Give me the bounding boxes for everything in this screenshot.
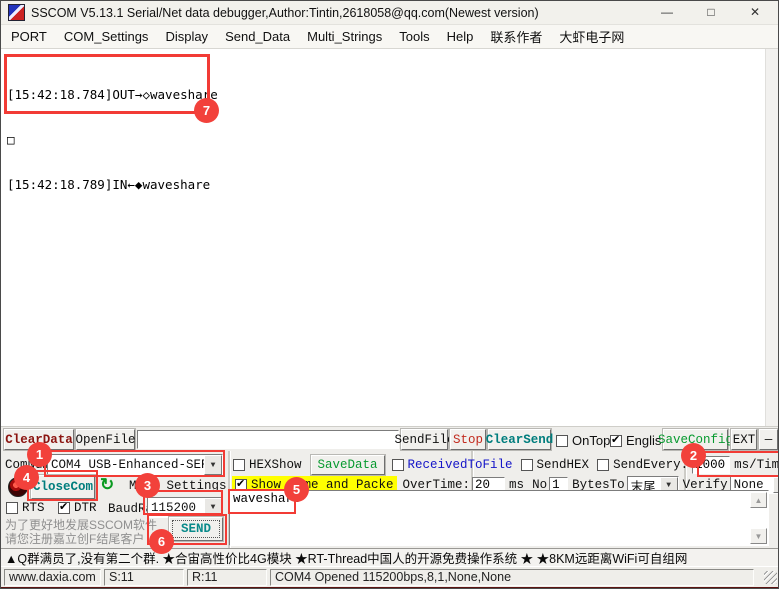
- menu-port[interactable]: PORT: [11, 29, 47, 44]
- terminal-line: □: [7, 132, 218, 147]
- send-hex-label: SendHEX: [537, 458, 590, 472]
- on-top-label: OnTop: [572, 433, 610, 448]
- close-com-button[interactable]: CloseCom: [31, 475, 95, 499]
- more-settings-link[interactable]: More Settings: [129, 479, 227, 493]
- save-config-button[interactable]: SaveConfig: [663, 429, 728, 450]
- open-file-button[interactable]: OpenFile: [76, 429, 135, 450]
- menu-tools[interactable]: Tools: [399, 29, 429, 44]
- title-bar: SSCOM V5.13.1 Serial/Net data debugger,A…: [1, 1, 779, 25]
- stop-button[interactable]: Stop: [450, 429, 486, 450]
- send-interval-input[interactable]: [692, 456, 730, 474]
- send-area-scrollbar[interactable]: ▲ ▼: [750, 492, 767, 544]
- options-row-1: HEXShow SaveData ReceivedToFile SendHEX …: [233, 455, 779, 475]
- hex-show-checkbox[interactable]: [233, 459, 245, 471]
- control-panel: ComNum COM4 USB-Enhanced-SERIAL C ▼ Clos…: [1, 451, 779, 548]
- terminal-line: [15:42:18.784]OUT→◇waveshare: [7, 87, 218, 102]
- com-port-select[interactable]: COM4 USB-Enhanced-SERIAL C ▼: [47, 454, 223, 476]
- status-received-count: R:11: [187, 569, 267, 586]
- on-top-option[interactable]: OnTop: [556, 433, 610, 448]
- ms-per-time-label: ms/Tim: [734, 458, 779, 472]
- menu-multi-strings[interactable]: Multi_Strings: [307, 29, 382, 44]
- ad-banner[interactable]: ▲Q群满员了,没有第二个群. ★合宙高性价比4G模块 ★RT-Thread中国人…: [1, 548, 779, 567]
- send-every-label: SendEvery:: [613, 458, 688, 472]
- app-icon: [8, 4, 25, 21]
- send-file-button[interactable]: SendFile: [401, 429, 448, 450]
- terminal-line: [15:42:18.789]IN←◆waveshare: [7, 177, 218, 192]
- menu-display[interactable]: Display: [165, 29, 208, 44]
- dtr-option[interactable]: DTR: [58, 501, 97, 515]
- resize-grip[interactable]: [764, 571, 777, 584]
- send-hex-checkbox[interactable]: [521, 459, 533, 471]
- toolbar: ClearData OpenFile SendFile Stop ClearSe…: [1, 426, 779, 452]
- com-num-label: ComNum: [5, 458, 50, 472]
- com-status-indicator-icon: [8, 477, 28, 497]
- status-bar: www.daxia.com S:11 R:11 COM4 Opened 1152…: [1, 567, 779, 587]
- ext-button[interactable]: EXT: [731, 429, 757, 450]
- menu-daxia-site[interactable]: 大虾电子网: [559, 27, 624, 46]
- send-every-checkbox[interactable]: [597, 459, 609, 471]
- promo-text: 为了更好地发展SSCOM软件 请您注册嘉立创F结尾客户: [5, 518, 157, 546]
- clear-data-button[interactable]: ClearData: [4, 429, 74, 450]
- hex-show-label: HEXShow: [249, 458, 302, 472]
- receive-area[interactable]: [15:42:18.784]OUT→◇waveshare □ [15:42:18…: [1, 48, 779, 427]
- scroll-down-icon[interactable]: ▼: [750, 528, 767, 544]
- baud-rate-select[interactable]: 115200 ▼: [147, 497, 223, 518]
- send-text-value: waveshare: [233, 492, 301, 506]
- clear-send-button[interactable]: ClearSend: [488, 429, 551, 450]
- collapse-panel-button[interactable]: —: [759, 429, 778, 450]
- minimize-button[interactable]: —: [650, 2, 684, 22]
- menu-help[interactable]: Help: [447, 29, 474, 44]
- status-website[interactable]: www.daxia.com: [4, 569, 101, 586]
- save-data-button[interactable]: SaveData: [311, 455, 385, 475]
- english-checkbox[interactable]: [610, 435, 622, 447]
- chevron-down-icon[interactable]: ▼: [204, 455, 222, 475]
- received-to-file-label: ReceivedToFile: [408, 458, 513, 472]
- status-sent-count: S:11: [104, 569, 184, 586]
- file-path-input[interactable]: [137, 430, 399, 449]
- rts-option[interactable]: RTS: [6, 501, 45, 515]
- window-title: SSCOM V5.13.1 Serial/Net data debugger,A…: [31, 6, 539, 20]
- menu-send-data[interactable]: Send_Data: [225, 29, 290, 44]
- scroll-up-icon[interactable]: ▲: [750, 492, 767, 508]
- dtr-checkbox[interactable]: [58, 502, 70, 514]
- com-port-value: COM4 USB-Enhanced-SERIAL C: [48, 458, 204, 472]
- rts-label: RTS: [22, 501, 45, 515]
- maximize-button[interactable]: □: [694, 2, 728, 22]
- receive-scrollbar[interactable]: [765, 49, 779, 427]
- send-text-area[interactable]: waveshare ▲ ▼: [229, 490, 769, 546]
- menu-com-settings[interactable]: COM_Settings: [64, 29, 149, 44]
- chevron-down-icon[interactable]: ▼: [204, 498, 222, 517]
- status-port-info: COM4 Opened 115200bps,8,1,None,None: [270, 569, 754, 586]
- app-window: SSCOM V5.13.1 Serial/Net data debugger,A…: [0, 0, 779, 589]
- received-to-file-checkbox[interactable]: [392, 459, 404, 471]
- refresh-ports-icon[interactable]: ↻: [100, 475, 114, 495]
- menu-bar: PORT COM_Settings Display Send_Data Mult…: [1, 25, 779, 48]
- send-button[interactable]: SEND: [169, 517, 223, 541]
- menu-contact-author[interactable]: 联系作者: [490, 27, 542, 46]
- close-button[interactable]: ✕: [738, 2, 772, 22]
- chevron-down-icon[interactable]: ▼: [773, 477, 779, 493]
- baud-rate-value: 115200: [148, 501, 204, 515]
- terminal-log: [15:42:18.784]OUT→◇waveshare □ [15:42:18…: [7, 57, 218, 222]
- rts-checkbox[interactable]: [6, 502, 18, 514]
- on-top-checkbox[interactable]: [556, 435, 568, 447]
- dtr-label: DTR: [74, 501, 97, 515]
